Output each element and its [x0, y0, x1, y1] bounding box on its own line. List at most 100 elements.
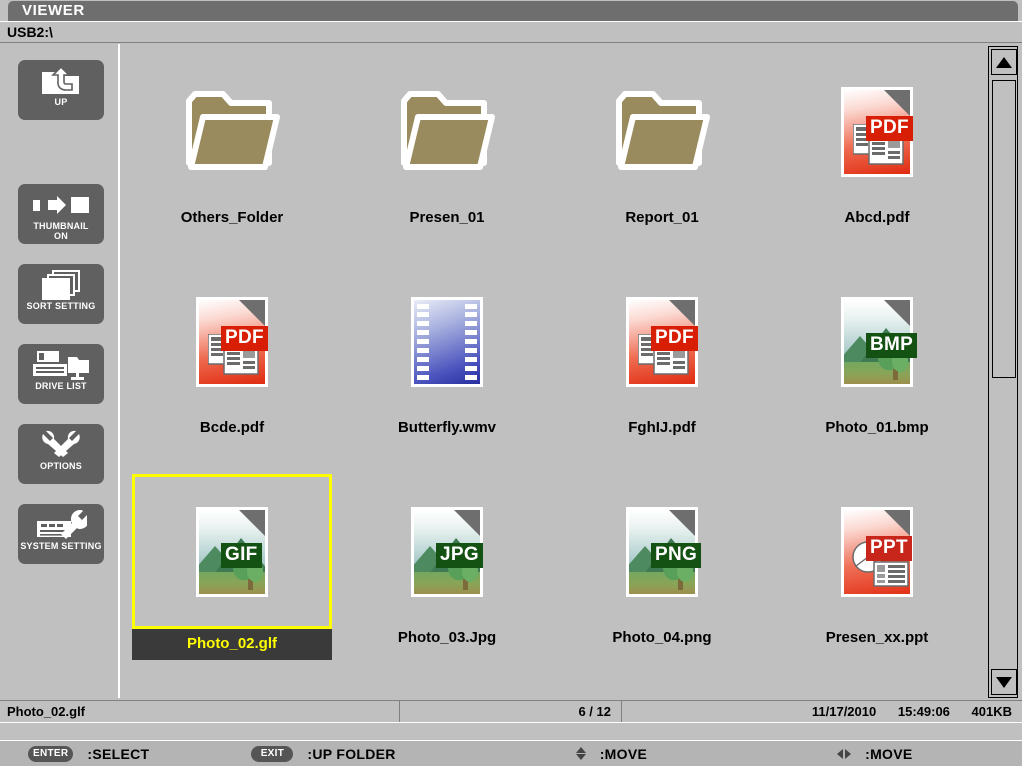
file-grid-panel: Others_Folder Presen_01 Report_01 PDF Abcd.p… — [122, 44, 984, 698]
drive-list-icon — [30, 349, 92, 381]
page-fold-corner — [454, 509, 480, 536]
status-bar: Photo_02.glf 6 / 12 11/17/2010 15:49:06 … — [0, 700, 1022, 723]
file-item[interactable]: BMP Photo_01.bmp — [777, 264, 977, 454]
folder-icon — [186, 90, 280, 170]
page-fold-corner — [884, 299, 910, 326]
sidebar-item-label: SORT SETTING — [26, 301, 96, 311]
sidebar-item-drive-list[interactable]: DRIVE LIST — [18, 344, 104, 404]
scrollbar-thumb[interactable] — [992, 80, 1016, 378]
file-name-label: Report_01 — [625, 209, 699, 226]
status-count: 6 / 12 — [400, 701, 622, 722]
status-filename: Photo_02.glf — [0, 701, 400, 722]
file-type-badge: GIF — [221, 542, 262, 568]
thumbnail-toggle-icon — [30, 189, 92, 221]
file-icon-wrap: WMV — [347, 264, 547, 419]
toolbar-action-label: :UP FOLDER — [307, 745, 396, 762]
sidebar-item-up[interactable]: UP — [18, 60, 104, 120]
sidebar-item-sort-setting[interactable]: SORT SETTING — [18, 264, 104, 324]
status-time: 15:49:06 — [897, 704, 950, 719]
page-fold-corner — [884, 89, 910, 116]
bottom-toolbar: ENTER :SELECT EXIT :UP FOLDER :MOVE :MOV… — [0, 740, 1022, 766]
sidebar-item-label: SYSTEM SETTING — [20, 541, 102, 551]
triangle-down-icon — [996, 676, 1012, 688]
toolbar-hint-up-folder[interactable]: EXIT :UP FOLDER — [251, 745, 396, 762]
folder-icon — [401, 90, 495, 170]
triangle-up-icon — [996, 56, 1012, 68]
sidebar-item-label-2: ON — [54, 231, 68, 241]
film-strip-icon: WMV — [411, 296, 483, 387]
sidebar-item-label: THUMBNAIL — [33, 221, 89, 231]
enter-key-badge: ENTER — [28, 745, 74, 762]
file-item[interactable]: PDF Abcd.pdf — [777, 54, 977, 244]
file-name-label: FghIJ.pdf — [628, 419, 696, 436]
main-area: UP THUMBNAIL ON SORT SETTING DRIVE LIST … — [0, 44, 1022, 698]
image-file-icon: GIF — [196, 506, 268, 597]
file-item[interactable]: GIF Photo_02.glf — [132, 474, 332, 664]
file-item[interactable]: Presen_01 — [347, 54, 547, 244]
file-icon-wrap — [132, 54, 332, 209]
file-item[interactable]: PDF FghIJ.pdf — [562, 264, 762, 454]
vertical-scrollbar[interactable] — [988, 46, 1018, 698]
file-item[interactable]: JPG Photo_03.Jpg — [347, 474, 547, 664]
image-file-icon: JPG — [411, 506, 483, 597]
file-item[interactable]: PDF Bcde.pdf — [132, 264, 332, 454]
file-item[interactable]: WMV Butterfly.wmv — [347, 264, 547, 454]
file-icon-wrap: PNG — [562, 474, 762, 629]
up-down-arrows-icon — [575, 746, 586, 762]
file-type-badge: PDF — [221, 325, 268, 351]
file-name-label: Photo_03.Jpg — [397, 629, 497, 646]
file-type-badge: JPG — [436, 542, 483, 568]
pdf-file-icon: PDF — [626, 296, 698, 387]
file-name-label: Others_Folder — [180, 209, 284, 226]
file-icon-wrap: PDF — [132, 264, 332, 419]
image-file-icon: BMP — [841, 296, 918, 387]
tools-icon — [30, 429, 92, 461]
toolbar-action-label: :MOVE — [865, 745, 913, 762]
file-type-badge: BMP — [866, 332, 918, 358]
status-size: 401KB — [971, 704, 1012, 719]
file-name-label: Butterfly.wmv — [397, 419, 497, 436]
file-grid: Others_Folder Presen_01 Report_01 PDF Abcd.p… — [122, 44, 984, 698]
sidebar: UP THUMBNAIL ON SORT SETTING DRIVE LIST … — [0, 44, 120, 698]
title-bar: VIEWER — [0, 0, 1022, 21]
file-name-label: Presen_01 — [409, 209, 485, 226]
folder-up-icon — [30, 65, 92, 97]
ppt-file-icon: PPT — [841, 506, 913, 597]
toolbar-hint-move-horizontal[interactable]: :MOVE — [837, 746, 912, 762]
file-icon-wrap — [562, 54, 762, 209]
status-meta: 11/17/2010 15:49:06 401KB — [622, 701, 1022, 722]
file-name-label: Photo_01.bmp — [825, 419, 929, 436]
file-icon-wrap: PDF — [562, 264, 762, 419]
file-type-badge: PPT — [866, 535, 912, 561]
file-item[interactable]: Others_Folder — [132, 54, 332, 244]
scroll-up-button[interactable] — [991, 49, 1017, 75]
wrench-device-icon — [30, 509, 92, 541]
left-right-arrows-icon — [837, 746, 852, 762]
file-name-label: Abcd.pdf — [844, 209, 910, 226]
file-item[interactable]: PPT Presen_xx.ppt — [777, 474, 977, 664]
file-type-badge: PNG — [651, 542, 702, 568]
file-item[interactable]: PNG Photo_04.png — [562, 474, 762, 664]
file-name-label: Presen_xx.ppt — [825, 629, 929, 646]
sidebar-item-options[interactable]: OPTIONS — [18, 424, 104, 484]
window-title: VIEWER — [8, 1, 1018, 21]
file-item[interactable]: Report_01 — [562, 54, 762, 244]
file-icon-wrap: BMP — [777, 264, 977, 419]
sidebar-item-system-setting[interactable]: SYSTEM SETTING — [18, 504, 104, 564]
file-type-badge: PDF — [651, 325, 698, 351]
file-name-label: Photo_02.glf — [132, 629, 332, 660]
sidebar-item-thumbnail-on[interactable]: THUMBNAIL ON — [18, 184, 104, 244]
toolbar-hint-move-vertical[interactable]: :MOVE — [575, 746, 647, 762]
sidebar-item-label: OPTIONS — [40, 461, 82, 471]
page-fold-corner — [669, 299, 695, 326]
page-fold-corner — [884, 509, 910, 536]
stacked-pages-icon — [30, 269, 92, 301]
image-file-icon: PNG — [626, 506, 702, 597]
toolbar-hint-select[interactable]: ENTER :SELECT — [28, 745, 150, 762]
path-bar: USB2:\ — [0, 21, 1022, 43]
toolbar-action-label: :SELECT — [87, 745, 150, 762]
file-name-label: Photo_04.png — [612, 629, 712, 646]
folder-icon — [616, 90, 710, 170]
sidebar-item-label: DRIVE LIST — [35, 381, 87, 391]
scroll-down-button[interactable] — [991, 669, 1017, 695]
